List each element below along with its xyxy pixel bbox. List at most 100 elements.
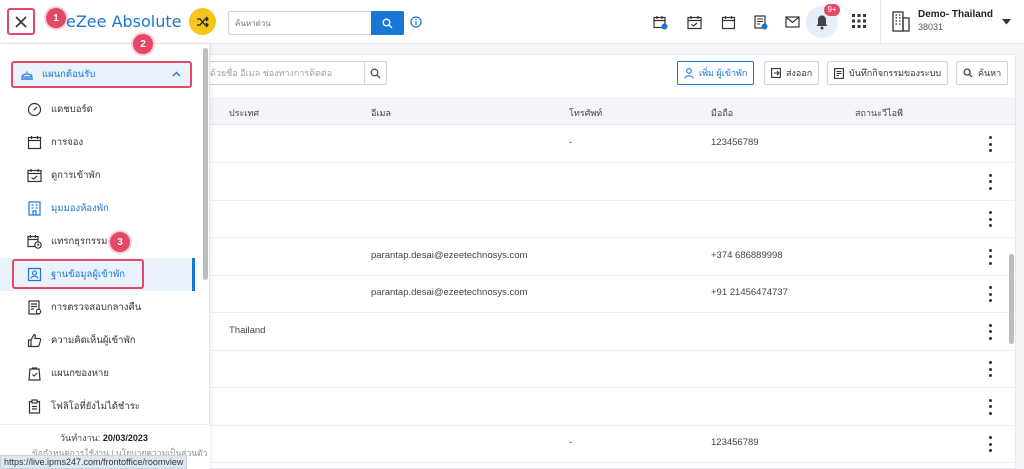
night-audit-icon [26,300,42,316]
table-row[interactable] [201,201,1015,238]
table-row[interactable] [201,389,1015,426]
caret-down-icon[interactable] [1002,17,1011,28]
front-desk-icon [21,71,33,80]
calendar-icon[interactable] [720,14,736,30]
sidebar-item-label: โฟลิโอที่ยังไม่ได้ชำระ [51,401,140,412]
search-icon [963,68,973,78]
sidebar-section-label: แผนกต้อนรับ [42,69,96,80]
row-actions-menu-icon[interactable] [987,173,993,190]
sidebar-item-label: แดชบอร์ด [51,104,93,115]
calendar-check-icon [26,168,42,184]
row-actions-menu-icon[interactable] [987,323,993,340]
active-indicator [192,258,195,291]
top-header: eZee Absolute 9+ Demo- Thailand 38031 [0,0,1024,44]
sidebar-menu: แผนกต้อนรับ แดชบอร์ดการจองดูการเข้าพัก มุ… [0,44,210,469]
table-row[interactable]: - 123456789 [201,426,1015,463]
quick-search [228,11,404,35]
cell-mobile: 123456789 [711,137,759,148]
sidebar-item-0[interactable]: แดชบอร์ด [0,93,195,126]
search-button[interactable]: ค้นหา [956,61,1009,85]
table-row[interactable] [201,351,1015,388]
header-divider [880,0,881,44]
report-icon[interactable] [752,14,768,30]
sidebar-item-2[interactable]: ดูการเข้าพัก [0,159,195,192]
table-row[interactable] [201,164,1015,201]
row-actions-menu-icon[interactable] [987,286,993,302]
search-icon[interactable] [364,62,386,84]
mail-icon[interactable] [784,14,800,30]
add-guest-label: เพิ่ม ผู้เข้าพัก [699,68,748,78]
room-view-icon [26,201,42,217]
export-label: ส่งออก [786,68,813,78]
sidebar-item-9[interactable]: โฟลิโอที่ยังไม่ได้ชำระ [0,390,195,423]
switch-property-button[interactable] [189,8,216,35]
table-row[interactable]: parantap.desai@ezeetechnosys.com +374 686… [201,239,1015,276]
browser-status-bar: https://live.ipms247.com/frontoffice/roo… [0,455,188,469]
clipboard-icon [26,399,42,415]
user-icon [684,67,694,79]
calendar-icon [26,135,42,151]
guest-filter-placeholder: ด้วยชื่อ อีเมล ช่องทางการติดต่อ [210,68,333,78]
calendar-check-icon[interactable] [686,14,702,30]
close-menu-button[interactable] [7,8,35,35]
row-actions-menu-icon[interactable] [987,136,993,152]
cell-phone: - [569,437,573,448]
row-actions-menu-icon[interactable] [987,436,993,452]
search-label: ค้นหา [978,68,1002,78]
property-switcher[interactable]: Demo- Thailand 38031 [892,9,993,32]
cell-mobile: +374 686889998 [711,249,783,261]
table-row[interactable]: parantap.desai@ezeetechnosys.com +91 2145… [201,276,1015,313]
audit-log-button[interactable]: บันทึกกิจกรรมของระบบ [827,61,949,85]
bell-icon [816,15,828,30]
app-name: eZee Absolute [66,12,182,31]
quick-search-button[interactable] [371,11,404,35]
lost-found-icon [26,366,42,382]
export-icon [771,68,781,78]
step-badge-3: 3 [110,232,130,252]
sidebar-item-3[interactable]: มุมมองห้องพัก [0,192,195,225]
sidebar-item-1[interactable]: การจอง [0,126,195,159]
chevron-up-icon [172,71,181,77]
sidebar-section-front-office[interactable]: แผนกต้อนรับ [11,61,192,88]
notification-badge: 9+ [824,4,840,16]
column-header-mobile[interactable]: มือถือ [711,106,733,120]
column-header-email[interactable]: อีเมล [371,106,391,120]
cell-email: parantap.desai@ezeetechnosys.com [371,249,528,261]
app-logo[interactable]: eZee Absolute [50,12,182,31]
column-header-phone[interactable]: โทรศัพท์ [569,106,602,120]
info-icon[interactable] [410,16,422,31]
sidebar-item-label: การจอง [51,137,84,148]
table-row[interactable]: - 123456789 [201,126,1015,163]
workday-value: 20/03/2023 [102,433,148,443]
sidebar-scrollbar[interactable] [203,48,208,280]
sidebar-item-8[interactable]: แผนกของหาย [0,357,195,390]
sidebar-item-7[interactable]: ความคิดเห็นผู้เข้าพัก [0,324,195,357]
apps-grid-icon[interactable] [852,14,866,31]
add-guest-button[interactable]: เพิ่ม ผู้เข้าพัก [677,61,755,85]
quick-search-input[interactable] [229,12,371,34]
guest-filter-input[interactable]: ด้วยชื่อ อีเมล ช่องทางการติดต่อ [203,61,387,85]
building-icon [892,10,910,32]
column-header-vip[interactable]: สถานะวีไอพี [855,106,903,120]
audit-log-label: บันทึกกิจกรรมของระบบ [849,68,942,78]
property-id: 38031 [918,22,944,32]
table-header: ประเทศ อีเมล โทรศัพท์ มือถือ สถานะวีไอพี [201,97,1015,125]
sidebar-item-label: การตรวจสอบกลางคืน [51,302,142,313]
new-reservation-icon[interactable] [652,14,668,30]
column-header-country[interactable]: ประเทศ [229,106,259,120]
row-actions-menu-icon[interactable] [987,361,993,377]
export-button[interactable]: ส่งออก [764,61,820,85]
row-actions-menu-icon[interactable] [987,211,993,227]
row-actions-menu-icon[interactable] [987,398,993,415]
notifications-button[interactable]: 9+ [806,4,840,38]
table-scrollbar[interactable] [1009,254,1014,344]
table-row[interactable]: Thailand [201,314,1015,351]
calendar-clock-icon [26,234,42,250]
dashboard-gauge-icon [26,102,42,118]
sidebar-item-label: แผนกของหาย [51,368,109,379]
sidebar-item-4[interactable]: แทรกธุรกรรม [0,225,195,258]
close-icon [15,15,27,28]
sidebar-item-6[interactable]: การตรวจสอบกลางคืน [0,291,195,324]
row-actions-menu-icon[interactable] [987,248,993,265]
thumbs-up-icon [26,333,42,349]
